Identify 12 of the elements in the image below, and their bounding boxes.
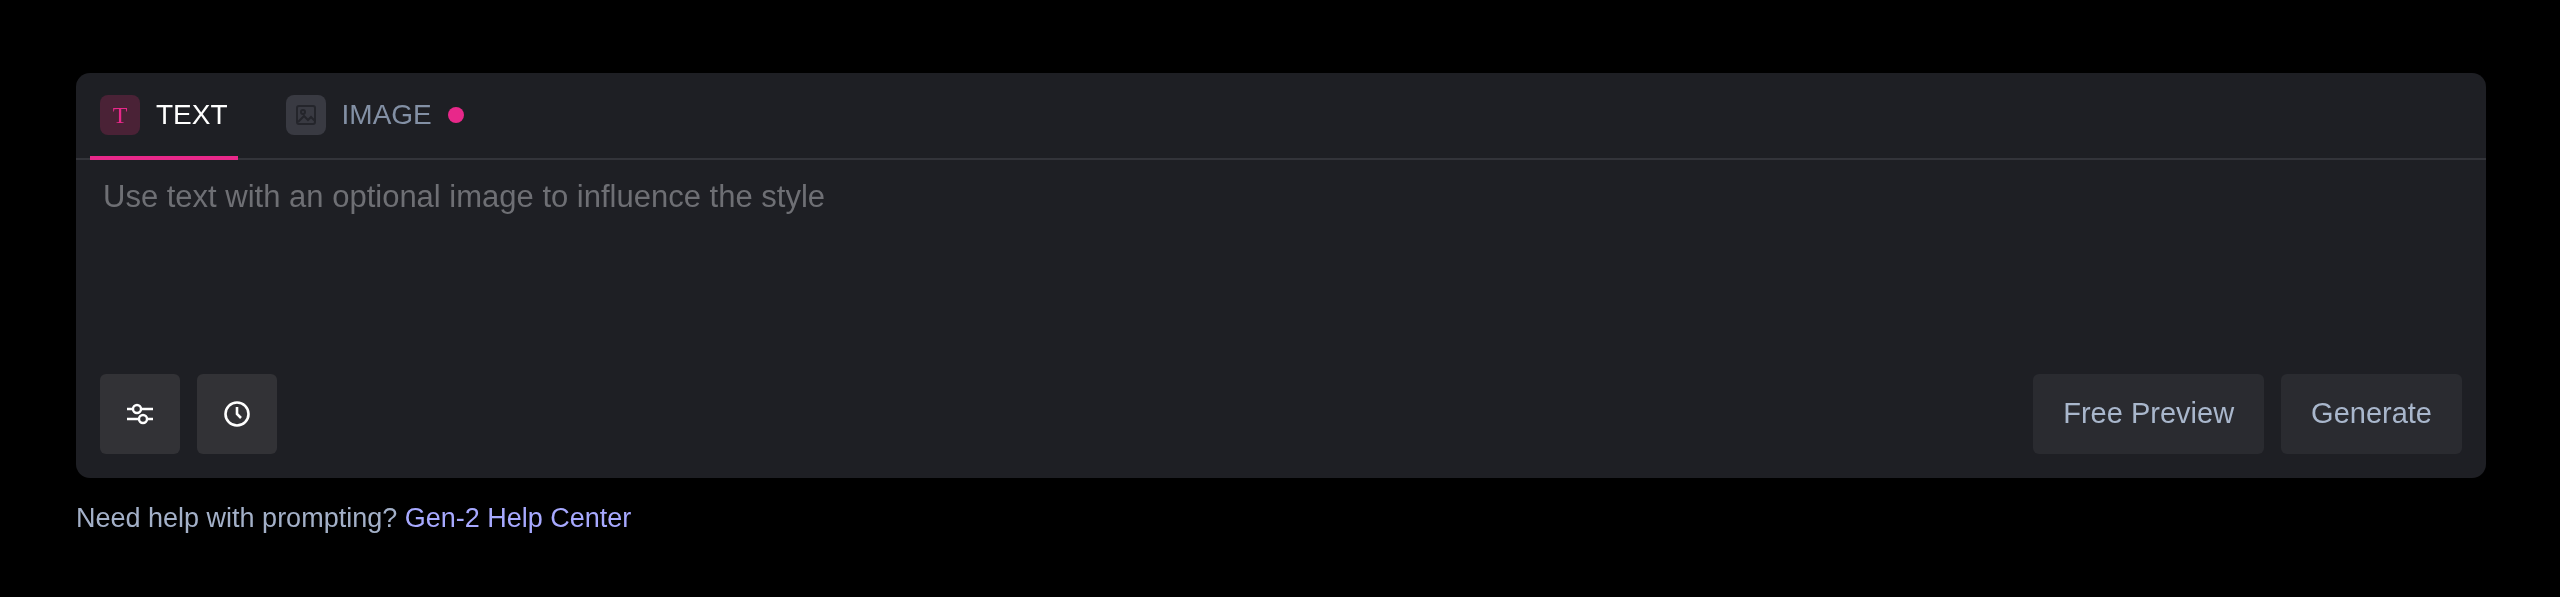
action-button[interactable]: Generate [2281, 374, 2462, 454]
prompt-field[interactable]: Use text with an optional image to influence the style Free Preview Generate [76, 160, 2486, 478]
settings-button[interactable] [100, 374, 180, 454]
sliders-icon [126, 402, 154, 426]
clock-icon [223, 400, 251, 428]
text-icon: T [100, 94, 140, 135]
action-button[interactable]: Free Preview [2033, 374, 2265, 454]
help-link[interactable]: Gen-2 Help Center [404, 503, 632, 533]
tab[interactable]: IMAGE [275, 73, 474, 160]
help-text: Need help with prompting? [76, 503, 399, 533]
history-button[interactable] [197, 374, 277, 454]
image-icon [285, 94, 326, 135]
